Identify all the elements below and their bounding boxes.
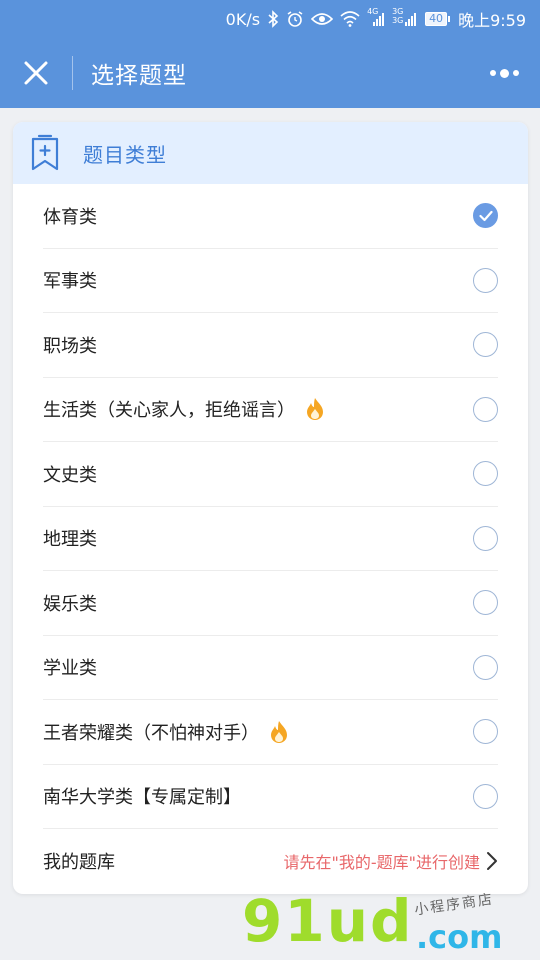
radio-unchecked[interactable] [473,719,498,745]
signal-3g-icon: 3G 3G [392,7,418,27]
radio-unchecked[interactable] [473,461,498,487]
radio-unchecked[interactable] [473,590,498,616]
close-button[interactable] [0,38,72,108]
network-speed: 0K/s [225,9,261,29]
option-left: 军事类 [43,267,97,293]
question-type-card: 题目类型 体育类 军事类 职场类 生活类（关心家人，拒绝谣言） 文史类 地理类 … [13,122,528,894]
close-icon [24,61,48,85]
radio-unchecked[interactable] [473,525,498,551]
option-nanhua-university[interactable]: 南华大学类【专属定制】 [43,765,498,829]
radio-unchecked[interactable] [473,396,498,422]
watermark-brand: 91ud [242,887,414,955]
option-left: 文史类 [43,461,97,487]
watermark: 91ud 小程序商店 .com [238,886,538,960]
signal-4g-icon: 4G [367,7,385,27]
eye-icon [311,11,334,27]
option-label: 地理类 [43,529,97,551]
more-dot-icon [489,70,496,76]
option-life[interactable]: 生活类（关心家人，拒绝谣言） [43,378,498,442]
radio-unchecked[interactable] [473,654,498,680]
option-label: 生活类（关心家人，拒绝谣言） [43,400,295,422]
clock-time: 晚上9:59 [458,11,526,30]
status-bar: 0K/s 4G 3G 3G 40 晚上9:59 [0,0,540,38]
flame-icon [307,398,323,421]
option-honor-of-kings[interactable]: 王者荣耀类（不怕神对手） [43,700,498,765]
option-label: 文史类 [43,464,97,486]
option-label: 南华大学类【专属定制】 [43,787,241,809]
nav-divider [72,56,73,90]
signal-3g-label-b: 3G [392,16,404,25]
card-header-title: 题目类型 [83,142,167,167]
more-button[interactable] [486,60,522,86]
option-left: 地理类 [43,525,97,551]
page-title: 选择题型 [91,63,187,89]
option-sports[interactable]: 体育类 [43,184,498,249]
my-question-bank-label: 我的题库 [43,852,115,873]
option-label: 体育类 [43,206,97,228]
bluetooth-icon [267,10,279,28]
option-left: 娱乐类 [43,590,97,616]
battery-level: 40 [425,12,451,26]
more-dot-icon [499,68,509,78]
alarm-icon [286,10,304,28]
option-academics[interactable]: 学业类 [43,636,498,700]
option-military[interactable]: 军事类 [43,249,498,313]
option-left: 王者荣耀类（不怕神对手） [43,719,289,745]
wifi-icon [340,11,360,27]
chevron-right-icon [487,852,497,870]
radio-unchecked[interactable] [473,783,498,809]
signal-3g-label-a: 3G [392,7,404,16]
card-header: 题目类型 [13,122,528,184]
option-literature-history[interactable]: 文史类 [43,442,498,507]
bookmark-plus-icon [31,134,59,171]
option-left: 职场类 [43,332,97,358]
nav-bar: 选择题型 [0,38,540,108]
option-list: 体育类 军事类 职场类 生活类（关心家人，拒绝谣言） 文史类 地理类 娱乐类 学… [13,184,528,893]
my-question-bank-row[interactable]: 我的题库 请先在"我的-题库"进行创建 [43,829,498,893]
option-label: 职场类 [43,335,97,357]
my-question-bank-hint: 请先在"我的-题库"进行创建 [283,853,481,872]
option-left: 生活类（关心家人，拒绝谣言） [43,396,325,422]
flame-icon [271,720,287,743]
option-geography[interactable]: 地理类 [43,507,498,571]
radio-unchecked[interactable] [473,332,498,358]
watermark-tagline: 小程序商店 [413,891,495,919]
battery-icon: 40 [425,12,451,26]
radio-unchecked[interactable] [473,267,498,293]
watermark-domain: .com [416,918,503,956]
option-workplace[interactable]: 职场类 [43,313,498,378]
option-entertainment[interactable]: 娱乐类 [43,571,498,636]
radio-checked[interactable] [473,203,498,229]
signal-4g-label: 4G [367,7,379,16]
option-left: 南华大学类【专属定制】 [43,783,241,809]
more-dot-icon [512,70,519,76]
option-left: 体育类 [43,203,97,229]
option-left: 学业类 [43,654,97,680]
option-label: 学业类 [43,658,97,680]
my-question-bank-right: 请先在"我的-题库"进行创建 [284,849,499,873]
option-label: 军事类 [43,271,97,293]
option-label: 娱乐类 [43,593,97,615]
check-icon [478,210,493,221]
option-label: 王者荣耀类（不怕神对手） [43,722,259,744]
